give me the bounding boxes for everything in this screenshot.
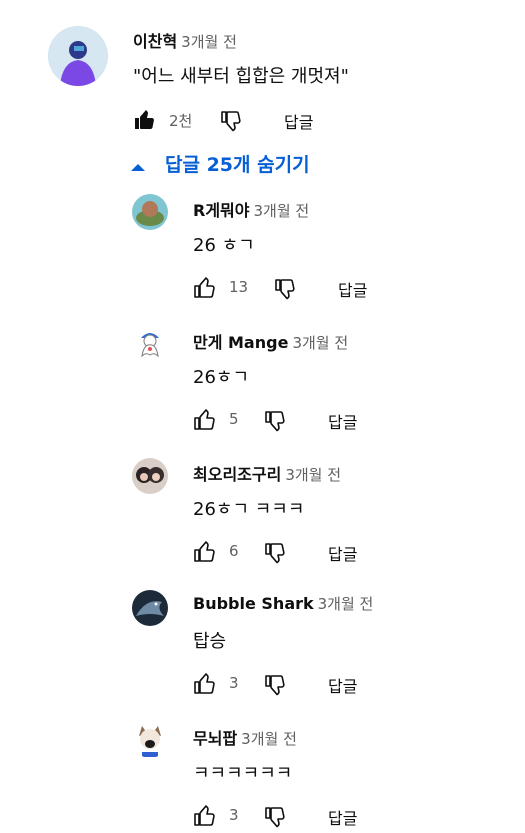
comment-time[interactable]: 3개월 전 (292, 334, 348, 352)
top-comment: 이찬혁 3개월 전 "어느 새부터 힙합은 개멋져" 2천 답글 (0, 0, 525, 150)
reply-button[interactable]: 답글 (328, 673, 357, 697)
thumbs-up-icon (193, 540, 217, 564)
reply-comment: 무뇌팝 3개월 전 ㅋㅋㅋㅋㅋㅋ 3 답글 (0, 708, 525, 833)
like-count: 3 (229, 674, 239, 692)
comment-text: "어느 새부터 힙합은 개멋져" (133, 66, 349, 87)
reply-comment: Bubble Shark 3개월 전 탑승 3 답글 (0, 576, 525, 706)
comment-author[interactable]: Bubble Shark (193, 594, 314, 613)
comment-author[interactable]: 무뇌팝 (193, 729, 237, 748)
thumbs-down-icon (263, 408, 287, 432)
thumbs-up-icon (193, 276, 217, 300)
comment-text: 탑승 (193, 631, 227, 652)
comment-text: 26ㅎㄱ ㅋㅋㅋ (193, 499, 305, 520)
reply-button[interactable]: 답글 (338, 277, 367, 301)
thumbs-down-icon (219, 108, 243, 132)
thumbs-down-icon (263, 804, 287, 828)
thumbs-up-icon (193, 408, 217, 432)
avatar[interactable] (48, 26, 108, 86)
dislike-button[interactable] (263, 408, 287, 436)
comment-actions: 5 답글 (193, 408, 443, 432)
comment-time[interactable]: 3개월 전 (241, 730, 297, 748)
like-count: 6 (229, 542, 239, 560)
comment-author[interactable]: R게뭐야 (193, 201, 249, 220)
hide-replies-label: 답글 25개 숨기기 (165, 154, 310, 176)
avatar[interactable] (132, 590, 168, 626)
comment-actions: 13 답글 (193, 276, 443, 300)
reply-button[interactable]: 답글 (328, 541, 357, 565)
dislike-button[interactable] (273, 276, 297, 304)
like-button[interactable] (193, 804, 217, 832)
avatar[interactable] (132, 194, 168, 230)
avatar[interactable] (132, 722, 168, 758)
like-count: 13 (229, 278, 249, 296)
comment-author[interactable]: 최오리조구리 (193, 465, 281, 484)
thumbs-up-icon (193, 672, 217, 696)
reply-comment: 만게 Mange 3개월 전 26ㅎㄱ 5 답글 (0, 312, 525, 442)
comment-time[interactable]: 3개월 전 (253, 202, 309, 220)
dislike-button[interactable] (263, 540, 287, 568)
like-count: 3 (229, 806, 239, 824)
comment-author[interactable]: 만게 Mange (193, 333, 288, 352)
dislike-button[interactable] (219, 108, 243, 136)
like-count: 2천 (169, 112, 193, 130)
reply-comment: 최오리조구리 3개월 전 26ㅎㄱ ㅋㅋㅋ 6 답글 (0, 444, 525, 574)
thumbs-down-icon (273, 276, 297, 300)
like-button[interactable] (193, 672, 217, 700)
comment-text: 26 ㅎㄱ (193, 235, 255, 256)
comment-text: ㅋㅋㅋㅋㅋㅋ (193, 763, 293, 784)
like-button[interactable] (133, 108, 157, 136)
reply-button[interactable]: 답글 (284, 109, 313, 133)
comment-actions: 3 답글 (193, 672, 443, 696)
like-button[interactable] (193, 408, 217, 436)
like-count: 5 (229, 410, 239, 428)
reply-button[interactable]: 답글 (328, 805, 357, 829)
comment-author[interactable]: 이찬혁 (133, 32, 177, 51)
thumbs-up-filled-icon (133, 108, 157, 132)
thumbs-down-icon (263, 540, 287, 564)
avatar[interactable] (132, 458, 168, 494)
like-button[interactable] (193, 540, 217, 568)
dislike-button[interactable] (263, 672, 287, 700)
thumbs-up-icon (193, 804, 217, 828)
caret-up-icon (130, 158, 146, 177)
comment-actions: 6 답글 (193, 540, 443, 564)
comment-actions: 2천 답글 (133, 108, 383, 132)
like-button[interactable] (193, 276, 217, 304)
avatar[interactable] (132, 326, 168, 362)
reply-comment: R게뭐야 3개월 전 26 ㅎㄱ 13 답글 (0, 180, 525, 310)
thumbs-down-icon (263, 672, 287, 696)
comment-text: 26ㅎㄱ (193, 367, 250, 388)
comment-time[interactable]: 3개월 전 (318, 595, 374, 613)
comment-actions: 3 답글 (193, 804, 443, 828)
reply-button[interactable]: 답글 (328, 409, 357, 433)
comment-time[interactable]: 3개월 전 (181, 33, 237, 51)
dislike-button[interactable] (263, 804, 287, 832)
comment-time[interactable]: 3개월 전 (285, 466, 341, 484)
